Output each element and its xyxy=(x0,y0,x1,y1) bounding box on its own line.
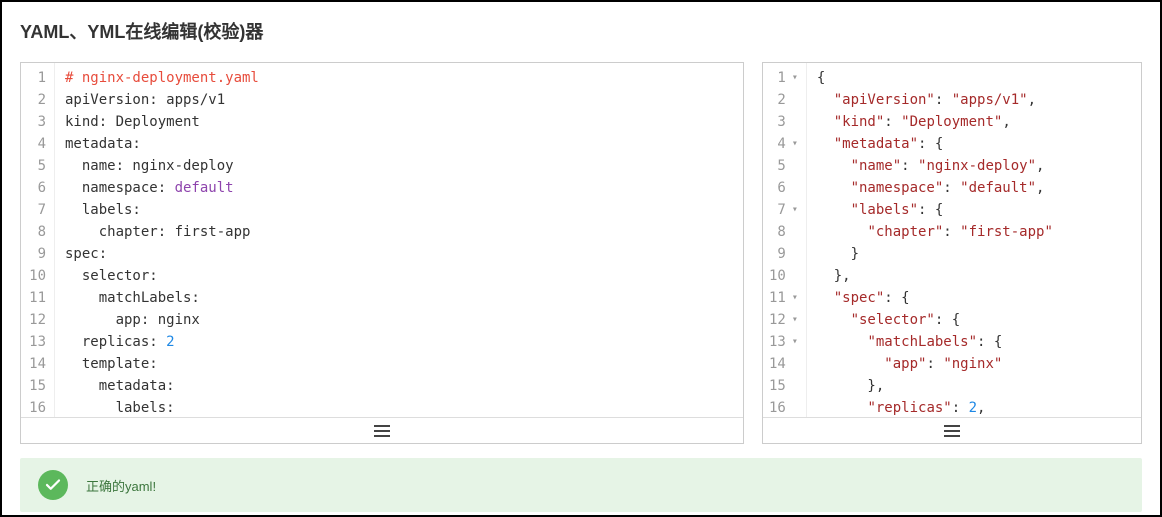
line-number: 11▾ xyxy=(769,287,798,309)
fold-toggle-icon[interactable]: ▾ xyxy=(790,67,798,89)
line-number: 6 xyxy=(27,177,46,199)
code-line[interactable]: apiVersion: apps/v1 xyxy=(65,89,733,111)
code-line[interactable]: "matchLabels": { xyxy=(817,331,1131,353)
line-number: 16 xyxy=(27,397,46,417)
code-line[interactable]: "selector": { xyxy=(817,309,1131,331)
code-line[interactable]: "name": "nginx-deploy", xyxy=(817,155,1131,177)
line-number: 14 xyxy=(769,353,798,375)
line-number: 12▾ xyxy=(769,309,798,331)
yaml-gutter: 1234567891011121314151617 xyxy=(21,63,55,417)
hamburger-icon[interactable] xyxy=(374,425,390,437)
line-number: 2 xyxy=(27,89,46,111)
yaml-editor-panel: 1234567891011121314151617 # nginx-deploy… xyxy=(20,62,744,444)
code-line[interactable]: selector: xyxy=(65,265,733,287)
code-line[interactable]: labels: xyxy=(65,397,733,417)
line-number: 14 xyxy=(27,353,46,375)
line-number: 8 xyxy=(769,221,798,243)
line-number: 15 xyxy=(27,375,46,397)
line-number: 11 xyxy=(27,287,46,309)
json-output[interactable]: 1▾234▾567▾891011▾12▾13▾14151617▾ { "apiV… xyxy=(763,63,1141,417)
line-number: 16 xyxy=(769,397,798,417)
line-number: 1▾ xyxy=(769,67,798,89)
yaml-editor[interactable]: 1234567891011121314151617 # nginx-deploy… xyxy=(21,63,743,417)
line-number: 13 xyxy=(27,331,46,353)
line-number: 4 xyxy=(27,133,46,155)
line-number: 2 xyxy=(769,89,798,111)
json-code[interactable]: { "apiVersion": "apps/v1", "kind": "Depl… xyxy=(807,63,1141,417)
line-number: 3 xyxy=(769,111,798,133)
line-number: 7 xyxy=(27,199,46,221)
code-line[interactable]: "apiVersion": "apps/v1", xyxy=(817,89,1131,111)
yaml-toolbar xyxy=(21,417,743,443)
editors-container: 1234567891011121314151617 # nginx-deploy… xyxy=(20,62,1142,444)
code-line[interactable]: }, xyxy=(817,265,1131,287)
fold-toggle-icon[interactable]: ▾ xyxy=(790,331,798,353)
code-line[interactable]: namespace: default xyxy=(65,177,733,199)
json-gutter: 1▾234▾567▾891011▾12▾13▾14151617▾ xyxy=(763,63,807,417)
code-line[interactable]: matchLabels: xyxy=(65,287,733,309)
line-number: 5 xyxy=(27,155,46,177)
fold-toggle-icon[interactable]: ▾ xyxy=(790,199,798,221)
line-number: 5 xyxy=(769,155,798,177)
code-line[interactable]: "replicas": 2, xyxy=(817,397,1131,417)
fold-toggle-icon[interactable]: ▾ xyxy=(790,309,798,331)
json-output-panel: 1▾234▾567▾891011▾12▾13▾14151617▾ { "apiV… xyxy=(762,62,1142,444)
code-line[interactable]: template: xyxy=(65,353,733,375)
line-number: 1 xyxy=(27,67,46,89)
line-number: 7▾ xyxy=(769,199,798,221)
code-line[interactable]: }, xyxy=(817,375,1131,397)
code-line[interactable]: kind: Deployment xyxy=(65,111,733,133)
hamburger-icon[interactable] xyxy=(944,425,960,437)
code-line[interactable]: metadata: xyxy=(65,375,733,397)
line-number: 15 xyxy=(769,375,798,397)
yaml-code[interactable]: # nginx-deployment.yamlapiVersion: apps/… xyxy=(55,63,743,417)
line-number: 10 xyxy=(27,265,46,287)
line-number: 3 xyxy=(27,111,46,133)
code-line[interactable]: "metadata": { xyxy=(817,133,1131,155)
code-line[interactable]: spec: xyxy=(65,243,733,265)
line-number: 4▾ xyxy=(769,133,798,155)
fold-toggle-icon[interactable]: ▾ xyxy=(790,133,798,155)
page-title: YAML、YML在线编辑(校验)器 xyxy=(20,18,1142,44)
code-line[interactable]: "kind": "Deployment", xyxy=(817,111,1131,133)
code-line[interactable]: "spec": { xyxy=(817,287,1131,309)
code-line[interactable]: "namespace": "default", xyxy=(817,177,1131,199)
check-circle-icon xyxy=(38,470,68,500)
code-line[interactable]: # nginx-deployment.yaml xyxy=(65,67,733,89)
line-number: 6 xyxy=(769,177,798,199)
line-number: 8 xyxy=(27,221,46,243)
line-number: 10 xyxy=(769,265,798,287)
code-line[interactable]: "app": "nginx" xyxy=(817,353,1131,375)
line-number: 12 xyxy=(27,309,46,331)
line-number: 9 xyxy=(769,243,798,265)
code-line[interactable]: } xyxy=(817,243,1131,265)
json-toolbar xyxy=(763,417,1141,443)
status-message: 正确的yaml! xyxy=(86,476,156,495)
line-number: 9 xyxy=(27,243,46,265)
code-line[interactable]: { xyxy=(817,67,1131,89)
code-line[interactable]: chapter: first-app xyxy=(65,221,733,243)
code-line[interactable]: metadata: xyxy=(65,133,733,155)
code-line[interactable]: "labels": { xyxy=(817,199,1131,221)
code-line[interactable]: labels: xyxy=(65,199,733,221)
code-line[interactable]: replicas: 2 xyxy=(65,331,733,353)
fold-toggle-icon[interactable]: ▾ xyxy=(790,287,798,309)
validation-status: 正确的yaml! xyxy=(20,458,1142,512)
code-line[interactable]: app: nginx xyxy=(65,309,733,331)
code-line[interactable]: "chapter": "first-app" xyxy=(817,221,1131,243)
line-number: 13▾ xyxy=(769,331,798,353)
code-line[interactable]: name: nginx-deploy xyxy=(65,155,733,177)
